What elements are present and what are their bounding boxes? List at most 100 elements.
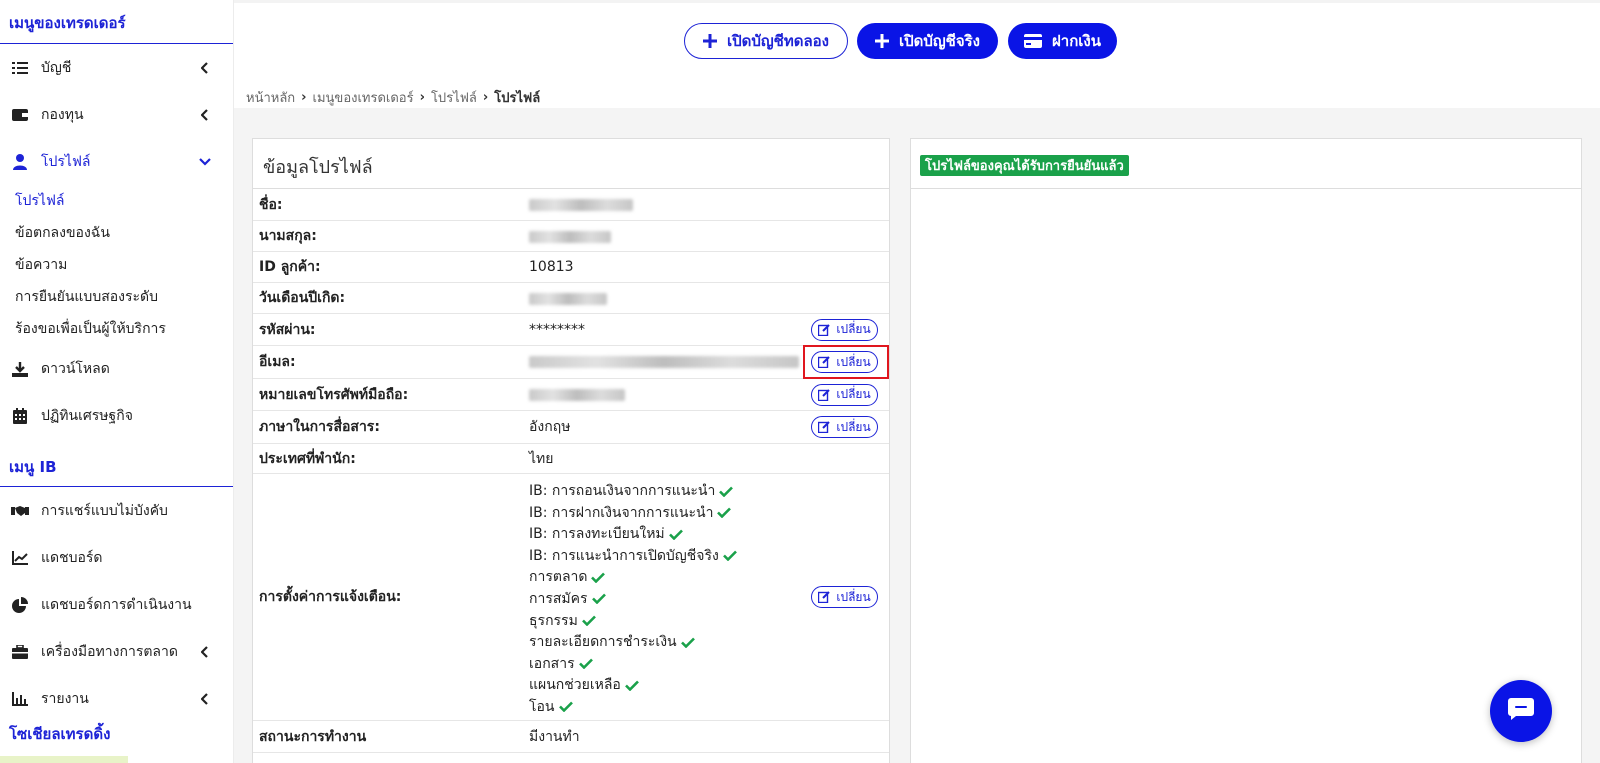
verification-card: โปรไฟล์ของคุณได้รับการยืนยันแล้ว <box>910 138 1582 763</box>
change-phone-button[interactable]: เปลี่ยน <box>811 383 878 406</box>
check-icon <box>717 507 732 519</box>
sidebar-item-optional-share[interactable]: การแชร์แบบไม่บังคับ <box>0 487 233 534</box>
plus-icon <box>702 34 717 48</box>
sidebar-subitem-messages[interactable]: ข้อความ <box>0 249 233 281</box>
notification-label: IB: การลงทะเบียนใหม่ <box>529 526 665 543</box>
profile-row-country: ประเทศที่พำนัก: ไทย <box>253 444 889 474</box>
change-label: เปลี่ยน <box>836 419 871 434</box>
notification-label: การตลาด <box>529 569 588 586</box>
notification-item: รายละเอียดการชำระเงิน <box>529 632 737 654</box>
profile-row-employment: สถานะการทำงาน มีงานทำ <box>253 721 889 753</box>
sidebar-item-label: รายงาน <box>41 690 89 707</box>
chevron-right-icon: › <box>482 90 489 105</box>
chevron-left-icon <box>199 692 211 705</box>
status-strip <box>0 756 128 763</box>
user-icon <box>11 153 29 171</box>
sidebar-item-label: แดชบอร์ดการดำเนินงาน <box>41 596 192 613</box>
edit-icon <box>818 421 831 433</box>
notification-label: IB: การถอนเงินจากการแนะนำ <box>529 483 716 499</box>
change-password-button[interactable]: เปลี่ยน <box>811 318 878 341</box>
sidebar-item-profile[interactable]: โปรไฟล์ <box>0 138 233 185</box>
change-email-button[interactable]: เปลี่ยน <box>811 351 878 373</box>
chevron-left-icon <box>199 61 211 74</box>
check-icon <box>680 637 695 648</box>
change-label: เปลี่ยน <box>836 589 871 604</box>
profile-row-notifications: การตั้งค่าการแจ้งเตือน: IB: การถอนเงินจา… <box>253 474 889 721</box>
row-label: ประเทศที่พำนัก: <box>259 450 356 467</box>
sidebar-subitem-2fa[interactable]: การยืนยันแบบสองระดับ <box>0 281 233 313</box>
row-label: หมายเลขโทรศัพท์มือถือ: <box>259 386 409 403</box>
row-value-redacted <box>529 199 633 215</box>
sidebar-item-calendar[interactable]: ปฏิทินเศรษฐกิจ <box>0 392 233 439</box>
chevron-left-icon <box>199 645 211 658</box>
row-label: ID ลูกค้า: <box>259 259 321 275</box>
breadcrumb-home[interactable]: หน้าหลัก <box>246 87 295 108</box>
edit-icon <box>818 323 831 336</box>
change-label: เปลี่ยน <box>836 387 871 401</box>
check-icon <box>624 680 639 691</box>
pie-chart-icon <box>11 596 29 614</box>
check-icon <box>591 572 606 583</box>
chevron-right-icon: › <box>301 90 307 105</box>
profile-row-password: รหัสผ่าน: ******** เปลี่ยน <box>253 314 889 346</box>
open-demo-account-button[interactable]: เปิดบัญชีทดลอง <box>684 23 848 59</box>
notification-label: ธุรกรรม <box>529 612 578 629</box>
edit-icon <box>818 356 831 368</box>
sidebar-item-reports[interactable]: รายงาน <box>0 675 233 722</box>
row-value-redacted <box>529 293 607 309</box>
chevron-down-icon <box>199 156 211 168</box>
row-label: ชื่อ: <box>259 196 283 213</box>
button-label: ฝากเงิน <box>1052 32 1101 50</box>
sidebar-subitem-provider-request[interactable]: ร้องขอเพื่อเป็นผู้ให้บริการ <box>0 313 233 345</box>
card-header: โปรไฟล์ของคุณได้รับการยืนยันแล้ว <box>911 139 1581 189</box>
sidebar-item-label: ปฏิทินเศรษฐกิจ <box>41 407 133 424</box>
change-language-button[interactable]: เปลี่ยน <box>811 416 878 438</box>
row-value: มีงานทำ <box>529 728 580 745</box>
plus-icon <box>874 34 889 48</box>
notification-item: IB: การลงทะเบียนใหม่ <box>529 524 737 546</box>
sidebar-item-label: การแชร์แบบไม่บังคับ <box>41 502 168 519</box>
handshake-icon <box>11 502 29 520</box>
sidebar-item-label: กองทุน <box>41 106 84 123</box>
profile-row-client-id: ID ลูกค้า: 10813 <box>253 252 889 283</box>
sidebar-subitem-agreements[interactable]: ข้อตกลงของฉัน <box>0 217 233 249</box>
sidebar-header: เมนูของเทรดเดอร์ <box>0 0 233 44</box>
line-chart-icon <box>11 549 29 567</box>
notification-label: โอน <box>529 698 555 715</box>
verified-badge: โปรไฟล์ของคุณได้รับการยืนยันแล้ว <box>920 155 1129 176</box>
profile-row-last-name: นามสกุล: <box>253 221 889 252</box>
chat-icon <box>1508 698 1534 724</box>
breadcrumb-profile[interactable]: โปรไฟล์ <box>431 87 477 108</box>
sidebar-subitem-profile[interactable]: โปรไฟล์ <box>0 185 233 217</box>
notification-label: การสมัคร <box>529 590 588 607</box>
sidebar-item-performance-dashboard[interactable]: แดชบอร์ดการดำเนินงาน <box>0 581 233 628</box>
list-icon <box>11 59 29 77</box>
sidebar-item-accounts[interactable]: บัญชี <box>0 44 233 91</box>
sidebar-item-dashboard[interactable]: แดชบอร์ด <box>0 534 233 581</box>
sidebar-item-funds[interactable]: กองทุน <box>0 91 233 138</box>
change-label: เปลี่ยน <box>836 354 871 369</box>
sidebar-item-label: เครื่องมือทางการตลาด <box>41 643 178 660</box>
notification-item: IB: การฝากเงินจากการแนะนำ <box>529 503 737 525</box>
social-trading-header[interactable]: โซเชียลเทรดดิ้ง <box>9 722 110 746</box>
row-value-redacted <box>529 356 799 372</box>
sidebar-item-download[interactable]: ดาวน์โหลด <box>0 345 233 392</box>
change-notifications-button[interactable]: เปลี่ยน <box>811 586 878 608</box>
chevron-right-icon: › <box>419 90 425 105</box>
open-real-account-button[interactable]: เปิดบัญชีจริง <box>857 23 998 59</box>
profile-info-card: ข้อมูลโปรไฟล์ ชื่อ: นามสกุล: ID ลูกค้า: … <box>252 138 890 763</box>
row-value: ******** <box>529 321 585 338</box>
top-bar: เปิดบัญชีทดลอง เปิดบัญชีจริง ฝากเงิน หน้… <box>234 0 1600 108</box>
notification-item: การตลาด <box>529 567 737 589</box>
sidebar-item-marketing-tools[interactable]: เครื่องมือทางการตลาด <box>0 628 233 675</box>
live-chat-button[interactable] <box>1490 680 1552 742</box>
calendar-icon <box>11 407 29 425</box>
check-icon <box>581 615 596 627</box>
button-label: เปิดบัญชีทดลอง <box>726 32 830 50</box>
notification-item: IB: การถอนเงินจากการแนะนำ <box>529 481 737 503</box>
notification-label: แผนกช่วยเหลือ <box>529 677 621 694</box>
breadcrumb-trader-menu[interactable]: เมนูของเทรดเดอร์ <box>313 87 414 108</box>
deposit-button[interactable]: ฝากเงิน <box>1008 23 1117 59</box>
check-icon <box>719 486 734 497</box>
notification-label: รายละเอียดการชำระเงิน <box>529 634 677 651</box>
